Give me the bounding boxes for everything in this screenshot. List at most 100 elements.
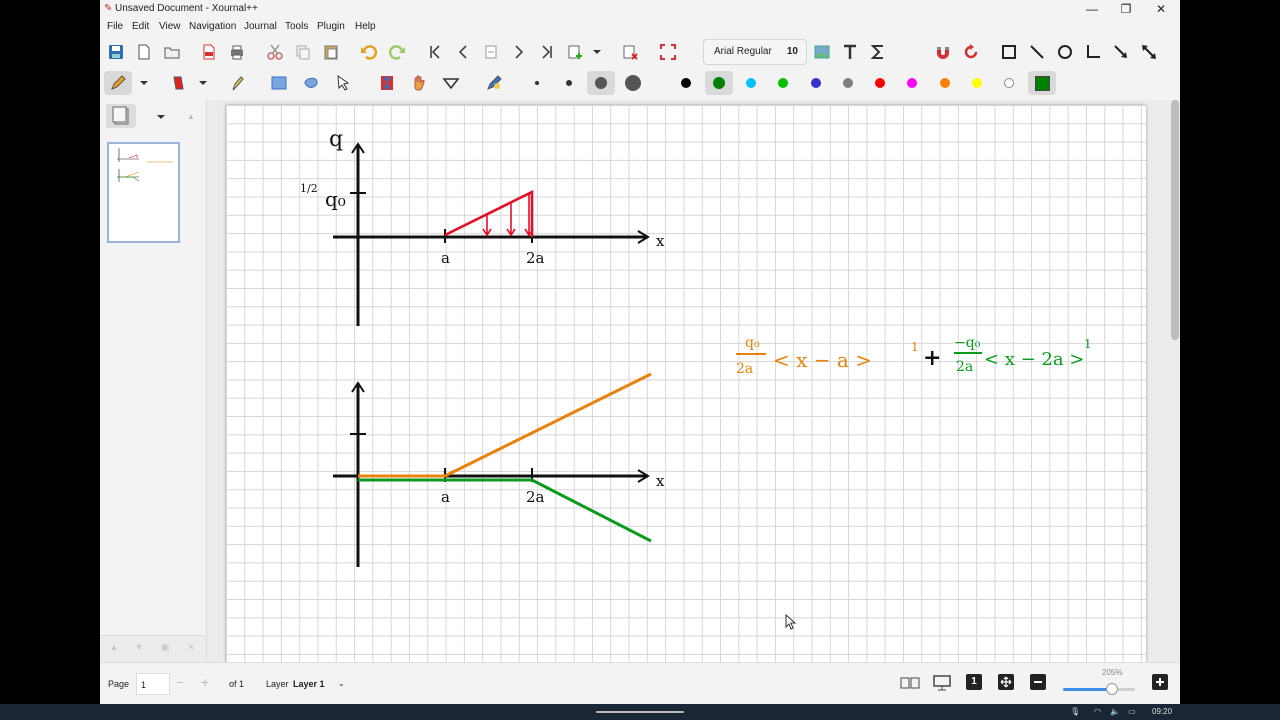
battery-icon[interactable]: ▭ [1128,707,1136,716]
previous-page-icon[interactable] [453,42,473,62]
save-icon[interactable] [106,42,126,62]
print-icon[interactable] [227,42,247,62]
vertical-space-icon[interactable] [377,73,397,93]
new-document-icon[interactable] [134,42,154,62]
open-folder-icon[interactable] [162,42,182,62]
menu-journal[interactable]: Journal [244,21,277,32]
page-decrement-button[interactable]: − [176,675,184,690]
default-tool-icon[interactable] [484,73,504,93]
shape-recognizer-icon[interactable] [905,42,925,62]
text-tool-icon[interactable] [840,42,860,62]
select-object-icon[interactable] [333,73,353,93]
page-increment-button[interactable]: + [201,674,209,690]
color-black-button[interactable] [681,78,691,88]
cut-icon[interactable] [265,42,285,62]
thickness-very-thick-icon[interactable] [625,75,641,91]
custom-color-button[interactable] [1035,76,1050,91]
select-region-icon[interactable] [301,73,321,93]
maximize-button[interactable]: ❐ [1110,1,1142,17]
next-page-icon[interactable] [509,42,529,62]
pen-options-chevron-icon[interactable] [138,73,150,93]
close-button[interactable]: ✕ [1145,1,1177,17]
sidebar-chevron-down-icon[interactable] [156,112,166,124]
pen-icon[interactable] [108,73,128,93]
ellipse-tool-icon[interactable] [1055,42,1075,62]
menu-navigation[interactable]: Navigation [189,21,236,32]
color-gray-button[interactable] [843,78,853,88]
zoom-slider-handle[interactable] [1106,683,1118,695]
line-tool-icon[interactable] [1027,42,1047,62]
color-blue-button[interactable] [811,78,821,88]
image-icon[interactable] [812,42,832,62]
color-white-button[interactable] [1004,78,1014,88]
zoom-100-icon[interactable]: 1 [966,674,982,690]
microphone-icon[interactable]: 🎙 [1070,707,1080,716]
zoom-slider-track[interactable] [1063,688,1135,691]
chevron-down-icon[interactable] [591,42,603,62]
page-thumbnail[interactable] [107,142,180,243]
volume-icon[interactable]: 🔈 [1110,707,1120,716]
arrow-tool-icon[interactable] [1111,42,1131,62]
rotation-snap-icon[interactable] [961,42,981,62]
two-pages-icon[interactable] [900,675,920,694]
last-page-icon[interactable] [537,42,557,62]
double-arrow-tool-icon[interactable] [1139,42,1159,62]
menu-plugin[interactable]: Plugin [317,21,345,32]
new-page-icon[interactable] [565,42,585,62]
presentation-mode-icon[interactable] [932,674,952,695]
sidebar-delete-page-button[interactable]: ✕ [179,642,203,658]
font-selector-button[interactable]: Arial Regular 10 [703,39,807,65]
sidebar-move-up-button[interactable]: ▲ [102,642,126,658]
menu-help[interactable]: Help [355,21,376,32]
sidebar-copy-page-button[interactable]: ▣ [153,642,177,658]
fullscreen-icon[interactable] [658,42,678,62]
layer-selector[interactable]: Layer 1 [293,679,325,689]
thickness-thick-icon[interactable] [595,77,607,89]
goto-page-icon[interactable] [481,42,501,62]
sidebar-collapse-icon[interactable]: ▲ [187,112,195,121]
sidebar-page-preview-tab[interactable] [106,104,136,128]
first-page-icon[interactable] [425,42,445,62]
magnet-icon[interactable] [933,42,953,62]
page-paper[interactable]: .hw { font-family:"DejaVu Serif", serif;… [226,105,1146,662]
select-rectangle-icon[interactable] [269,73,289,93]
color-yellow-button[interactable] [972,78,982,88]
zoom-out-icon[interactable] [1030,674,1046,690]
redo-icon[interactable] [387,42,407,62]
eraser-options-chevron-icon[interactable] [197,73,209,93]
export-pdf-icon[interactable] [199,42,219,62]
wifi-icon[interactable]: ◠ [1094,707,1101,716]
minimize-button[interactable]: — [1076,1,1108,17]
home-indicator[interactable] [596,711,684,713]
undo-icon[interactable] [359,42,379,62]
tex-formula-icon[interactable] [868,42,888,62]
color-red-button[interactable] [875,78,885,88]
color-light-green-button[interactable] [778,78,788,88]
sidebar-move-down-button[interactable]: ▼ [127,642,151,658]
copy-icon[interactable] [293,42,313,62]
color-light-blue-button[interactable] [746,78,756,88]
highlighter-icon[interactable] [227,73,247,93]
menu-file[interactable]: File [107,21,123,32]
color-green-button[interactable] [713,77,725,89]
zoom-in-icon[interactable] [1152,674,1168,690]
layer-chevron-down-icon[interactable]: ⌄ [338,679,345,688]
vertical-scrollbar[interactable] [1171,100,1179,340]
coordinate-system-icon[interactable] [1083,42,1103,62]
thickness-medium-icon[interactable] [566,80,572,86]
eraser-icon[interactable] [168,73,188,93]
paste-icon[interactable] [321,42,341,62]
color-magenta-button[interactable] [907,78,917,88]
delete-page-icon[interactable] [620,42,640,62]
rectangle-tool-icon[interactable] [999,42,1019,62]
page-number-input[interactable]: 1 [136,673,170,695]
menu-tools[interactable]: Tools [285,21,308,32]
setsquare-icon[interactable] [441,73,461,93]
menu-view[interactable]: View [159,21,181,32]
hand-tool-icon[interactable] [409,73,429,93]
thickness-fine-icon[interactable] [535,81,539,85]
zoom-fit-icon[interactable] [998,674,1014,690]
document-canvas[interactable]: .hw { font-family:"DejaVu Serif", serif;… [207,100,1180,662]
menu-edit[interactable]: Edit [132,21,149,32]
color-orange-button[interactable] [940,78,950,88]
